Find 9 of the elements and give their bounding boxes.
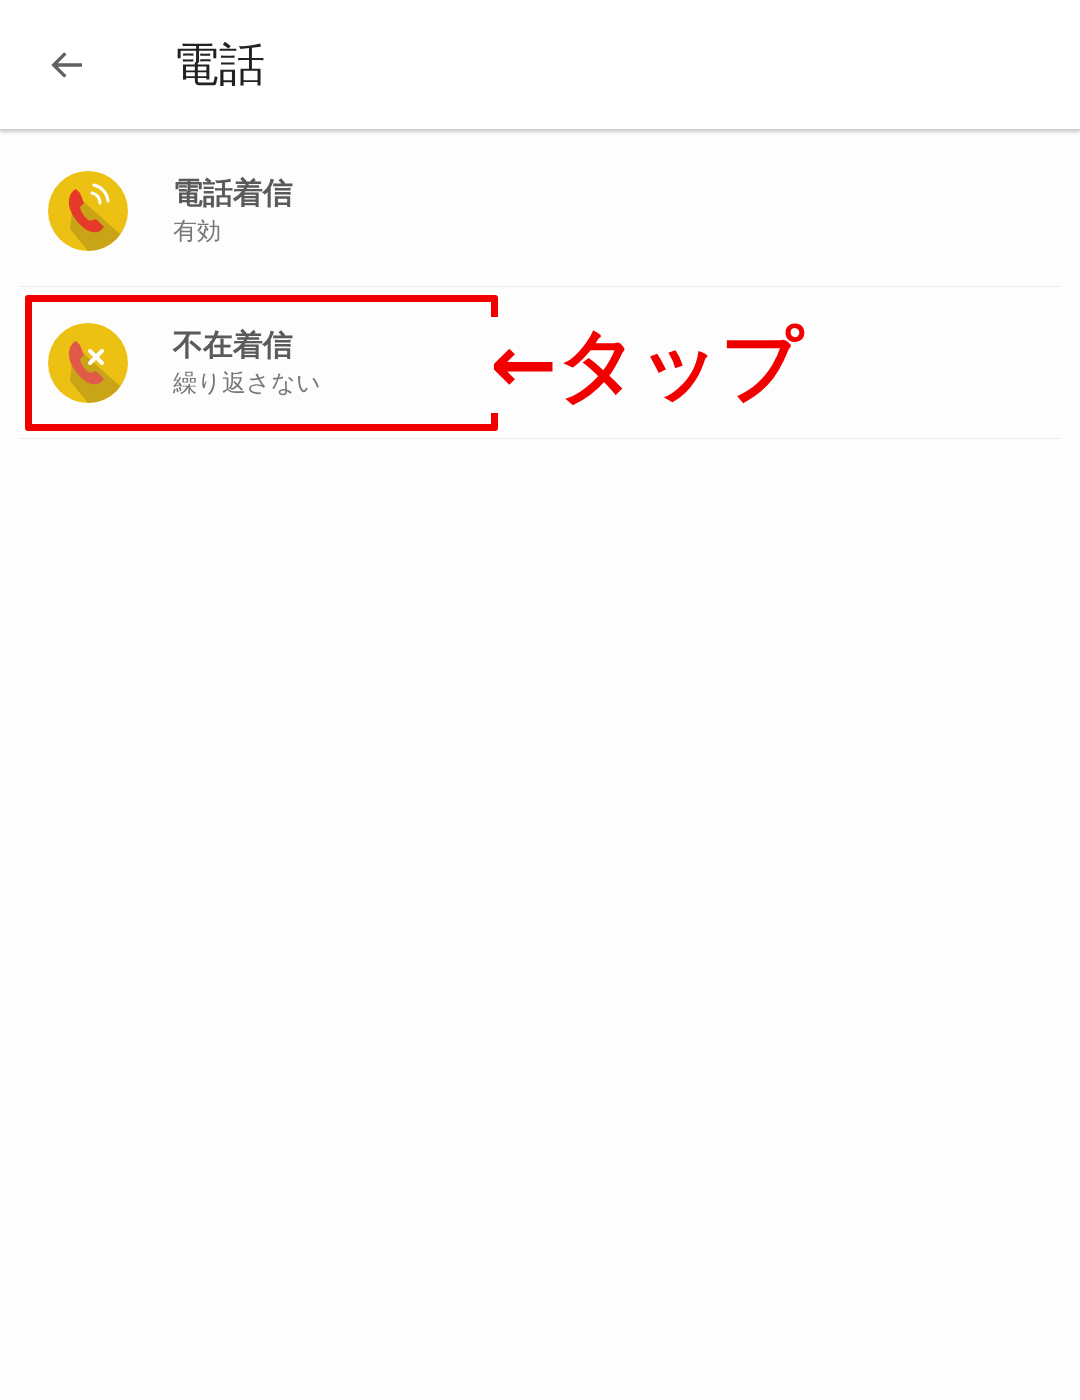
phone-icon [48, 322, 128, 403]
phone-icon [48, 170, 128, 251]
annotation-text: ←タップ [490, 317, 804, 413]
item-title: 電話着信 [173, 173, 293, 212]
item-subtitle: 繰り返さない [173, 367, 321, 399]
settings-item[interactable]: 電話着信 有効 [20, 135, 1060, 287]
item-subtitle: 有効 [173, 215, 222, 247]
item-title: 不在着信 [173, 325, 294, 364]
screen-title: 電話 [173, 36, 265, 93]
